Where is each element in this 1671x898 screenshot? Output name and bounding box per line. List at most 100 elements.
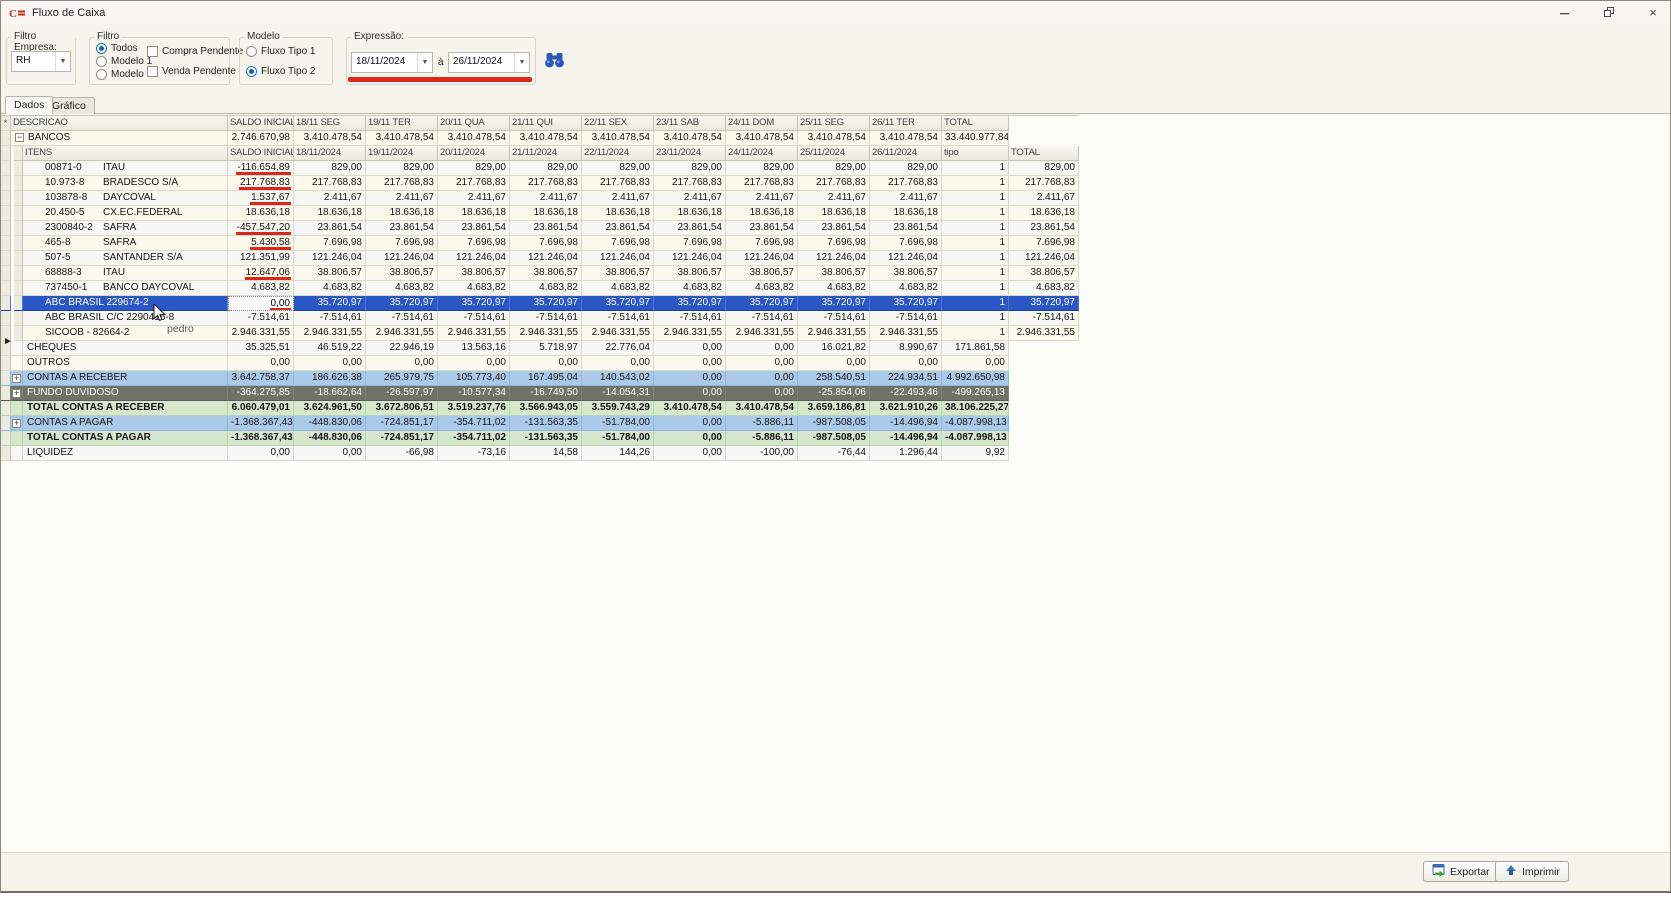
col-header-total[interactable]: TOTAL xyxy=(1009,146,1079,161)
day-value-cell[interactable]: 105.773,40 xyxy=(438,371,510,386)
bank-item-row[interactable]: 507-5 SANTANDER S/A 121.351,99 121.246,04 12… xyxy=(1,251,1079,266)
summary-row-label[interactable]: CONTAS A PAGAR xyxy=(23,416,228,431)
day-value-cell[interactable]: 0,00 xyxy=(366,356,438,371)
bancos-day-cell[interactable]: 3.410.478,54 xyxy=(294,131,366,146)
day-value-cell[interactable]: 217.768,83 xyxy=(726,176,798,191)
expand-icon[interactable]: + xyxy=(12,419,21,428)
radio-todos[interactable]: Todos xyxy=(96,43,152,54)
day-value-cell[interactable]: -7.514,61 xyxy=(438,311,510,326)
grid-row-bancos[interactable]: − BANCOS 2.746.670,98 3.410.478,54 3.410.478… xyxy=(1,131,1079,146)
day-value-cell[interactable]: -100,00 xyxy=(726,446,798,461)
day-value-cell[interactable]: 829,00 xyxy=(510,161,582,176)
day-value-cell[interactable]: -7.514,61 xyxy=(654,311,726,326)
bank-item-label[interactable]: 737450-1 BANCO DAYCOVAL xyxy=(23,281,228,296)
day-value-cell[interactable]: -724.851,17 xyxy=(366,431,438,446)
chevron-down-icon[interactable]: ▼ xyxy=(514,53,529,72)
bancos-day-cell[interactable]: 3.410.478,54 xyxy=(510,131,582,146)
item-total-cell[interactable]: 38.806,57 xyxy=(1009,266,1079,281)
saldo-inicial-cell[interactable]: 6.060.479,01 xyxy=(228,401,294,416)
day-value-cell[interactable]: 18.636,18 xyxy=(294,206,366,221)
day-value-cell[interactable]: 2.411,67 xyxy=(294,191,366,206)
day-value-cell[interactable]: 121.246,04 xyxy=(798,251,870,266)
day-value-cell[interactable]: 2.411,67 xyxy=(870,191,942,206)
saldo-inicial-cell[interactable]: -116.654,89 xyxy=(228,161,294,176)
bancos-day-cell[interactable]: 3.410.478,54 xyxy=(726,131,798,146)
day-value-cell[interactable]: 35.720,97 xyxy=(438,296,510,311)
day-value-cell[interactable]: 217.768,83 xyxy=(438,176,510,191)
day-value-cell[interactable]: 18.636,18 xyxy=(870,206,942,221)
day-value-cell[interactable]: 14,58 xyxy=(510,446,582,461)
day-value-cell[interactable]: 7.696,98 xyxy=(870,236,942,251)
summary-total-cell[interactable]: -4.087.998,13 xyxy=(942,431,1009,446)
day-value-cell[interactable]: 5.718,97 xyxy=(510,341,582,356)
summary-row[interactable]: TOTAL CONTAS A PAGAR -1.368.367,43 -448.83… xyxy=(1,431,1079,446)
bank-item-row[interactable]: 20.450-5 CX.EC.FEDERAL 18.636,18 18.636,18 1… xyxy=(1,206,1079,221)
bank-item-label[interactable]: 10.973-8 BRADESCO S/A xyxy=(23,176,228,191)
bank-item-row[interactable]: 10.973-8 BRADESCO S/A 217.768,83 217.768,83… xyxy=(1,176,1079,191)
day-value-cell[interactable]: -14.496,94 xyxy=(870,431,942,446)
col-header-date[interactable]: 24/11 DOM xyxy=(726,116,798,131)
col-header-itens[interactable]: ITENS xyxy=(23,146,228,161)
day-value-cell[interactable]: 38.806,57 xyxy=(582,266,654,281)
day-value-cell[interactable]: 0,00 xyxy=(294,446,366,461)
day-value-cell[interactable]: -7.514,61 xyxy=(726,311,798,326)
day-value-cell[interactable]: -22.493,46 xyxy=(870,386,942,401)
day-value-cell[interactable]: 22.946,19 xyxy=(366,341,438,356)
summary-row-label[interactable]: FUNDO DUVIDOSO xyxy=(23,386,228,401)
day-value-cell[interactable]: 167.495,04 xyxy=(510,371,582,386)
day-value-cell[interactable]: 7.696,98 xyxy=(798,236,870,251)
day-value-cell[interactable]: -10.577,34 xyxy=(438,386,510,401)
item-total-cell[interactable]: 217.768,83 xyxy=(1009,176,1079,191)
col-header-date[interactable]: 24/11/2024 xyxy=(726,146,798,161)
grid-header-row[interactable]: * DESCRICAO SALDO INICIAL 18/11 SEG 19/11 TE… xyxy=(1,116,1079,131)
saldo-inicial-cell[interactable]: -364.275,85 xyxy=(228,386,294,401)
day-value-cell[interactable]: 0,00 xyxy=(294,356,366,371)
item-total-cell[interactable]: 18.636,18 xyxy=(1009,206,1079,221)
saldo-inicial-cell[interactable]: -1.368.367,43 xyxy=(228,431,294,446)
day-value-cell[interactable]: 46.519,22 xyxy=(294,341,366,356)
col-header-date[interactable]: 25/11 SEG xyxy=(798,116,870,131)
col-header-date[interactable]: 23/11 SAB xyxy=(654,116,726,131)
day-value-cell[interactable]: 38.806,57 xyxy=(726,266,798,281)
tipo-cell[interactable]: 1 xyxy=(942,236,1009,251)
item-total-cell[interactable]: 4.683,82 xyxy=(1009,281,1079,296)
day-value-cell[interactable]: 0,00 xyxy=(654,386,726,401)
tipo-cell[interactable]: 1 xyxy=(942,281,1009,296)
day-value-cell[interactable]: 4.683,82 xyxy=(438,281,510,296)
day-value-cell[interactable]: 23.861,54 xyxy=(366,221,438,236)
day-value-cell[interactable]: 0,00 xyxy=(726,356,798,371)
day-value-cell[interactable]: 35.720,97 xyxy=(366,296,438,311)
item-total-cell[interactable]: 2.946.331,55 xyxy=(1009,326,1079,341)
day-value-cell[interactable]: 23.861,54 xyxy=(798,221,870,236)
day-value-cell[interactable]: 38.806,57 xyxy=(438,266,510,281)
summary-row-label[interactable]: TOTAL CONTAS A PAGAR xyxy=(23,431,228,446)
day-value-cell[interactable]: 829,00 xyxy=(726,161,798,176)
saldo-inicial-cell[interactable]: 2.946.331,55 xyxy=(228,326,294,341)
summary-row-label[interactable]: CONTAS A RECEBER xyxy=(23,371,228,386)
day-value-cell[interactable]: -16.749,50 xyxy=(510,386,582,401)
day-value-cell[interactable]: 829,00 xyxy=(582,161,654,176)
day-value-cell[interactable]: 829,00 xyxy=(654,161,726,176)
summary-row[interactable]: CHEQUES 35.325,51 46.519,22 22.946,19 13.563… xyxy=(1,341,1079,356)
day-value-cell[interactable]: -66,98 xyxy=(366,446,438,461)
day-value-cell[interactable]: 38.806,57 xyxy=(366,266,438,281)
day-value-cell[interactable]: 7.696,98 xyxy=(294,236,366,251)
saldo-inicial-cell[interactable]: -7.514,61 xyxy=(228,311,294,326)
col-header-date[interactable]: 23/11/2024 xyxy=(654,146,726,161)
day-value-cell[interactable]: 2.411,67 xyxy=(582,191,654,206)
day-value-cell[interactable]: -354.711,02 xyxy=(438,416,510,431)
col-header-date[interactable]: 21/11/2024 xyxy=(510,146,582,161)
day-value-cell[interactable]: 217.768,83 xyxy=(294,176,366,191)
checkbox-icon[interactable] xyxy=(147,66,158,77)
day-value-cell[interactable]: 35.720,97 xyxy=(510,296,582,311)
day-value-cell[interactable]: 23.861,54 xyxy=(654,221,726,236)
day-value-cell[interactable]: 265.979,75 xyxy=(366,371,438,386)
item-total-cell[interactable]: -7.514,61 xyxy=(1009,311,1079,326)
summary-total-cell[interactable]: 0,00 xyxy=(942,356,1009,371)
day-value-cell[interactable]: 0,00 xyxy=(582,356,654,371)
day-value-cell[interactable]: 0,00 xyxy=(654,446,726,461)
radio-icon[interactable] xyxy=(246,46,257,57)
day-value-cell[interactable]: 4.683,82 xyxy=(870,281,942,296)
bancos-day-cell[interactable]: 3.410.478,54 xyxy=(654,131,726,146)
bank-item-label[interactable]: 20.450-5 CX.EC.FEDERAL xyxy=(23,206,228,221)
